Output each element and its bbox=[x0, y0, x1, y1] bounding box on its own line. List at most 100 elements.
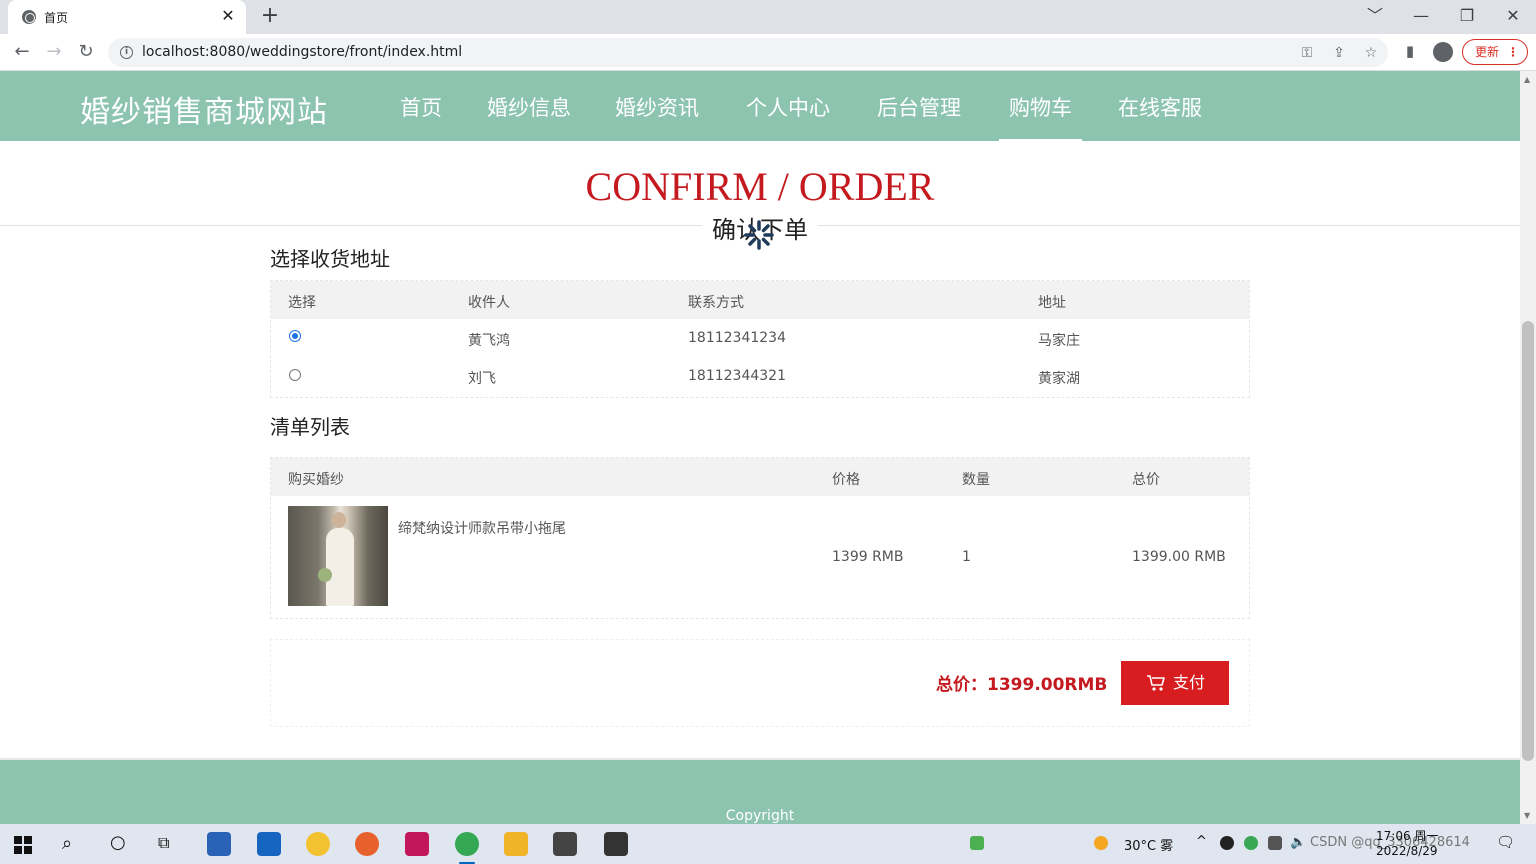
search-icon[interactable]: ⌕ bbox=[62, 833, 72, 854]
weather-text[interactable]: 30°C 雾 bbox=[1124, 835, 1173, 854]
product-image-head bbox=[332, 512, 346, 528]
col-contact: 联系方式 bbox=[688, 295, 744, 311]
minimize-button[interactable]: — bbox=[1406, 6, 1436, 26]
product-name[interactable]: 缔梵纳设计师款吊带小拖尾 bbox=[398, 518, 566, 538]
volume-icon[interactable]: 🔈 bbox=[1290, 835, 1306, 850]
clock-date[interactable]: 2022/8/29 bbox=[1376, 844, 1438, 858]
reload-icon[interactable]: ↻ bbox=[74, 40, 98, 64]
task-view-icon[interactable]: ⧉ bbox=[158, 833, 169, 853]
product-image-bouquet bbox=[318, 568, 332, 582]
tab-search-button[interactable]: ﹀ bbox=[1360, 6, 1390, 26]
col-recipient: 收件人 bbox=[468, 295, 510, 311]
tray-expand-icon[interactable]: ^ bbox=[1196, 834, 1207, 849]
nav-online-service[interactable]: 在线客服 bbox=[1118, 92, 1202, 122]
col-total: 总价 bbox=[1132, 472, 1160, 488]
total-panel: 总价：1399.00RMB 支付 bbox=[270, 639, 1250, 727]
user-app-icon[interactable] bbox=[553, 832, 577, 856]
cart-icon bbox=[1147, 675, 1165, 691]
globe-icon bbox=[22, 10, 36, 24]
weather-icon[interactable] bbox=[1094, 836, 1108, 850]
pay-button[interactable]: 支付 bbox=[1121, 661, 1229, 705]
intellij-icon[interactable] bbox=[405, 832, 429, 856]
col-price: 价格 bbox=[832, 472, 860, 488]
menu-dots-icon: ⋮ bbox=[1507, 45, 1519, 59]
firefox-icon[interactable] bbox=[355, 832, 379, 856]
key-icon[interactable]: ⚿ bbox=[1298, 45, 1316, 61]
nav-cart[interactable]: 购物车 bbox=[999, 92, 1082, 142]
scroll-thumb[interactable] bbox=[1522, 321, 1534, 761]
file-explorer-icon[interactable] bbox=[504, 832, 528, 856]
notes-app-icon[interactable] bbox=[306, 832, 330, 856]
nav-admin[interactable]: 后台管理 bbox=[877, 92, 961, 122]
address-bar[interactable]: i localhost:8080/weddingstore/front/inde… bbox=[108, 38, 1388, 67]
site-title[interactable]: 婚纱销售商城网站 bbox=[80, 87, 328, 131]
order-section-title: 清单列表 bbox=[270, 415, 350, 439]
address-table: 选择 收件人 联系方式 地址 黄飞鸿 18112341234 马家庄 刘飞 18… bbox=[270, 280, 1250, 398]
address-section-title: 选择收货地址 bbox=[270, 247, 390, 271]
notification-icon[interactable]: 🗨 bbox=[1496, 833, 1515, 851]
product-quantity: 1 bbox=[962, 549, 971, 565]
address-radio-2[interactable] bbox=[289, 369, 301, 381]
bookmark-star-icon[interactable]: ☆ bbox=[1362, 45, 1380, 61]
loading-spinner-icon bbox=[744, 220, 774, 250]
recipient-address: 黄家湖 bbox=[1038, 371, 1080, 387]
update-button[interactable]: 更新 ⋮ bbox=[1462, 39, 1528, 65]
browser-tab-strip: 首页 ✕ + ﹀ — ❐ ✕ bbox=[0, 0, 1536, 34]
side-panel-icon[interactable]: ▮ bbox=[1400, 42, 1420, 60]
recipient-phone: 18112344321 bbox=[688, 368, 786, 384]
tool-app-icon[interactable] bbox=[604, 832, 628, 856]
browser-toolbar: ← → ↻ i localhost:8080/weddingstore/fron… bbox=[0, 34, 1536, 71]
recipient-phone: 18112341234 bbox=[688, 330, 786, 346]
col-select: 选择 bbox=[288, 295, 316, 311]
product-image-dress bbox=[326, 528, 354, 606]
page-title-en: CONFIRM / ORDER bbox=[585, 164, 935, 209]
product-price: 1399 RMB bbox=[832, 549, 904, 565]
order-table: 购买婚纱 价格 数量 总价 缔梵纳设计师款吊带小拖尾 1399 RMB 1 13… bbox=[270, 457, 1250, 619]
cortana-icon[interactable]: ○ bbox=[110, 832, 126, 853]
clock-time[interactable]: 17:06 周一 bbox=[1376, 827, 1438, 844]
battery-tray-icon[interactable] bbox=[970, 836, 984, 850]
windows-start-icon[interactable] bbox=[14, 836, 32, 854]
chrome-icon[interactable] bbox=[455, 832, 479, 864]
share-icon[interactable]: ⇪ bbox=[1330, 45, 1348, 61]
col-address: 地址 bbox=[1038, 295, 1066, 311]
browser-tab[interactable]: 首页 ✕ bbox=[8, 0, 246, 34]
product-image[interactable] bbox=[288, 506, 388, 606]
update-label: 更新 bbox=[1475, 45, 1500, 59]
network-tray-icon[interactable] bbox=[1268, 836, 1282, 850]
app-tray-icon[interactable] bbox=[1244, 836, 1258, 850]
nav-dress-news[interactable]: 婚纱资讯 bbox=[615, 92, 699, 122]
total-price: 总价：1399.00RMB bbox=[936, 675, 1108, 695]
site-footer: Copyright bbox=[0, 758, 1520, 824]
mail-app-icon[interactable] bbox=[257, 832, 281, 856]
pay-label: 支付 bbox=[1173, 673, 1206, 692]
tab-title: 首页 bbox=[44, 11, 69, 25]
forward-icon[interactable]: → bbox=[42, 40, 66, 64]
col-product: 购买婚纱 bbox=[288, 472, 344, 488]
recipient-name: 刘飞 bbox=[468, 371, 496, 387]
profile-avatar-icon[interactable] bbox=[1433, 42, 1453, 62]
address-radio-1[interactable] bbox=[289, 330, 301, 342]
tab-close-icon[interactable]: ✕ bbox=[218, 6, 238, 26]
product-total: 1399.00 RMB bbox=[1132, 549, 1226, 565]
store-app-icon[interactable] bbox=[207, 832, 231, 856]
qq-tray-icon[interactable] bbox=[1220, 836, 1234, 850]
scroll-up-icon[interactable]: ▲ bbox=[1524, 75, 1530, 84]
page-scrollbar[interactable]: ▲ ▼ bbox=[1520, 71, 1536, 824]
site-header: 婚纱销售商城网站 首页 婚纱信息 婚纱资讯 个人中心 后台管理 购物车 在线客服 bbox=[0, 71, 1520, 142]
nav-home[interactable]: 首页 bbox=[400, 92, 442, 122]
recipient-name: 黄飞鸿 bbox=[468, 333, 510, 349]
site-info-icon[interactable]: i bbox=[120, 46, 133, 59]
nav-personal-center[interactable]: 个人中心 bbox=[746, 92, 830, 122]
recipient-address: 马家庄 bbox=[1038, 333, 1080, 349]
new-tab-button[interactable]: + bbox=[258, 5, 282, 27]
window-close-button[interactable]: ✕ bbox=[1498, 6, 1528, 26]
scroll-down-icon[interactable]: ▼ bbox=[1524, 811, 1530, 820]
url-text[interactable]: localhost:8080/weddingstore/front/index.… bbox=[142, 44, 462, 60]
col-quantity: 数量 bbox=[962, 472, 990, 488]
back-icon[interactable]: ← bbox=[10, 40, 34, 64]
restore-button[interactable]: ❐ bbox=[1452, 6, 1482, 26]
windows-taskbar: ⌕ ○ ⧉ 30°C 雾 ^ 🔈 CSDN @qq_3306428614 17:… bbox=[0, 824, 1536, 864]
nav-dress-info[interactable]: 婚纱信息 bbox=[487, 92, 571, 122]
address-table-header: 选择 收件人 联系方式 地址 bbox=[271, 281, 1249, 319]
